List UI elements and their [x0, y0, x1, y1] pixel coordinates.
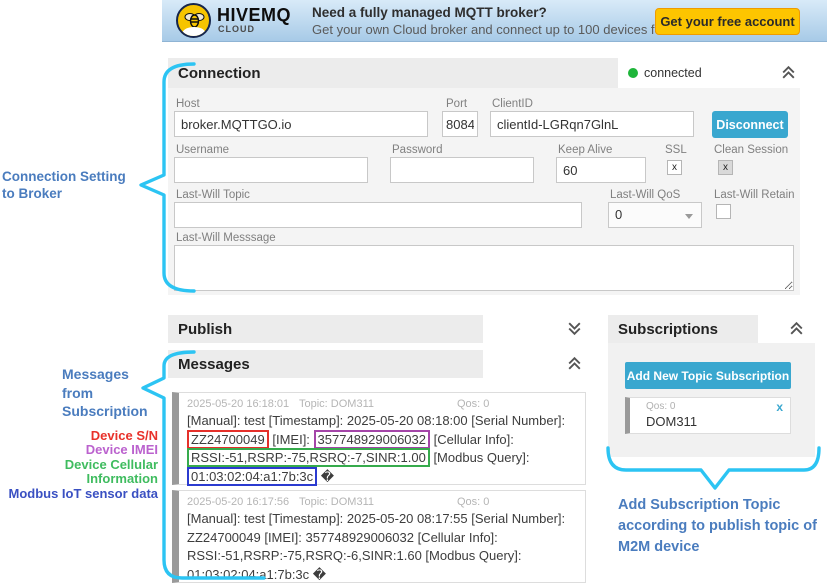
lastwill-qos-value: 0 — [615, 207, 622, 222]
lastwill-retain-checkbox[interactable] — [716, 204, 731, 219]
connection-header: Connection — [168, 58, 618, 88]
collapse-messages-chevron-icon[interactable] — [566, 355, 583, 372]
subscription-qos: Qos: 0 — [646, 401, 675, 412]
expand-publish-chevron-icon[interactable] — [566, 320, 583, 337]
legend-modbus-data: Modbus IoT sensor data — [0, 487, 158, 501]
connection-brace — [138, 58, 198, 298]
subscription-note-line2: according to publish topic of — [618, 516, 823, 537]
legend-device-sn: Device S/N — [0, 429, 158, 443]
cellular-label: [Cellular Info]: — [434, 432, 514, 447]
subscription-note-line1: Add Subscription Topic — [618, 495, 823, 516]
subscriptions-title: Subscriptions — [618, 321, 718, 338]
connection-status: connected — [618, 58, 800, 88]
lastwill-retain-label: Last-Will Retain — [714, 189, 795, 201]
message-1-qos: Qos: 0 — [457, 398, 489, 410]
legend-device-imei: Device IMEI — [0, 443, 158, 457]
connection-panel: Connection connected Host Port ClientID … — [168, 58, 800, 295]
connection-note-line1: Connection Setting — [2, 169, 126, 186]
connected-label: connected — [644, 66, 702, 80]
banner-headline: Need a fully managed MQTT broker? — [312, 5, 547, 20]
subscription-item: Qos: 0 x DOM311 — [625, 397, 791, 434]
hivemq-banner: HIVEMQ CLOUD Need a fully managed MQTT b… — [162, 0, 827, 42]
imei-highlight: 357748929006032 — [314, 430, 430, 449]
messages-from-subscription-note: Messages from Subscription — [62, 365, 148, 421]
keepalive-label: Keep Alive — [558, 144, 612, 156]
collapse-subscriptions-chevron-icon[interactable] — [788, 320, 805, 337]
get-free-account-button[interactable]: Get your free account — [655, 8, 800, 35]
messages-note-line2: from — [62, 384, 148, 403]
lastwill-message-textarea[interactable] — [174, 245, 794, 291]
keepalive-input[interactable] — [556, 157, 646, 183]
connection-setting-note: Connection Setting to Broker — [2, 169, 126, 202]
disconnect-button[interactable]: Disconnect — [712, 111, 788, 138]
modbus-label: [Modbus Query]: — [433, 450, 529, 465]
select-caret-icon — [685, 214, 693, 219]
brand-name: HIVEMQ — [217, 5, 291, 26]
clientid-input[interactable] — [490, 111, 694, 137]
subscriptions-header: Subscriptions — [608, 315, 758, 343]
banner-subheadline: Get your own Cloud broker and connect up… — [312, 22, 696, 37]
publish-header: Publish — [168, 315, 483, 343]
host-input[interactable] — [174, 111, 428, 137]
lastwill-qos-label: Last-Will QoS — [610, 189, 680, 201]
replacement-char: � — [313, 568, 326, 583]
lastwill-qos-select[interactable]: 0 — [608, 202, 702, 228]
connection-note-line2: to Broker — [2, 186, 126, 203]
add-new-topic-subscription-button[interactable]: Add New Topic Subscription — [625, 362, 791, 389]
subscription-note-line3: M2M device — [618, 537, 823, 558]
remove-subscription-button[interactable]: x — [776, 400, 783, 414]
message-2-topic: Topic: DOM311 — [299, 496, 457, 508]
connected-dot-icon — [628, 68, 638, 78]
clean-session-checkbox[interactable]: x — [718, 160, 733, 175]
password-input[interactable] — [390, 157, 534, 183]
messages-note-line3: Subscription — [62, 402, 148, 421]
add-subscription-topic-note: Add Subscription Topic according to publ… — [618, 495, 823, 558]
message-1-topic: Topic: DOM311 — [299, 398, 457, 410]
clientid-label: ClientID — [492, 98, 533, 110]
publish-section: Publish — [168, 315, 590, 343]
collapse-connection-chevron-icon[interactable] — [780, 64, 797, 81]
subscriptions-section: Subscriptions — [608, 315, 815, 343]
messages-brace — [138, 346, 268, 584]
subscriptions-panel: Add New Topic Subscription Qos: 0 x DOM3… — [608, 343, 815, 457]
highlight-legend: Device S/N Device IMEI Device Cellular I… — [0, 429, 158, 501]
ssl-label: SSL — [665, 144, 687, 156]
port-label: Port — [446, 98, 467, 110]
messages-note-line1: Messages — [62, 365, 148, 384]
ssl-checkbox[interactable]: x — [667, 160, 682, 175]
password-label: Password — [392, 144, 443, 156]
subscription-brace — [605, 442, 822, 494]
subscription-topic: DOM311 — [646, 414, 697, 429]
lastwill-topic-input[interactable] — [174, 202, 582, 228]
brand-subname: CLOUD — [218, 24, 255, 34]
username-input[interactable] — [174, 157, 368, 183]
logo-cloud-shape — [182, 27, 206, 38]
clean-session-label: Clean Session — [714, 144, 788, 156]
hivemq-logo-icon — [176, 3, 211, 38]
port-input[interactable] — [442, 111, 478, 137]
imei-label: [IMEI]: — [272, 432, 310, 447]
publish-title: Publish — [178, 321, 232, 338]
replacement-char: � — [321, 470, 334, 485]
legend-device-cellular: Device Cellular Information — [0, 458, 158, 487]
message-2-qos: Qos: 0 — [457, 496, 489, 508]
